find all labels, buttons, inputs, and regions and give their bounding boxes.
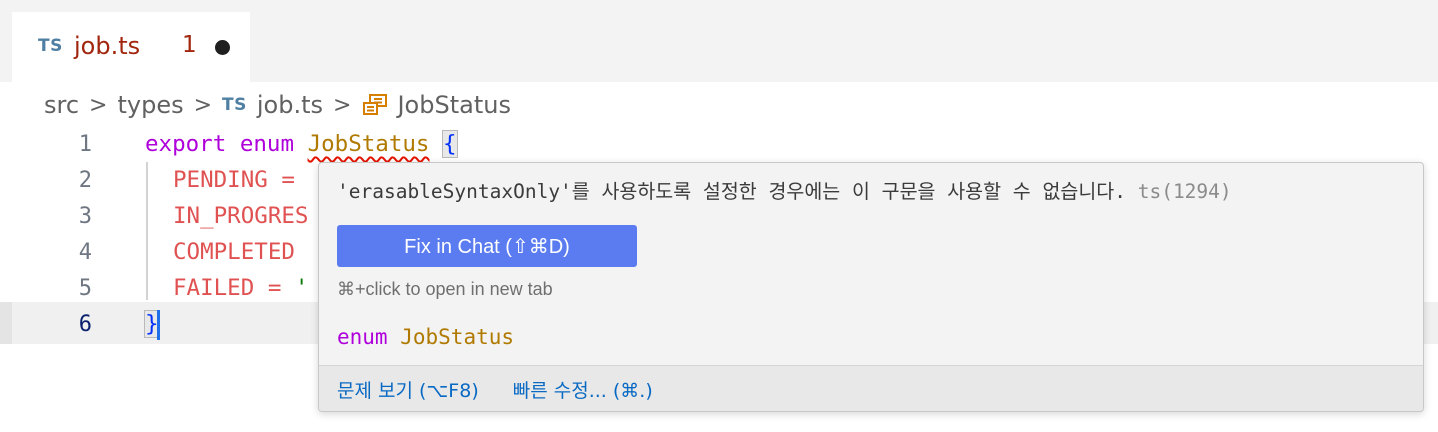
enum-symbol-icon bbox=[363, 94, 388, 115]
line-number: 5 bbox=[78, 276, 92, 301]
signature-name: JobStatus bbox=[400, 325, 515, 349]
typescript-file-icon: TS bbox=[38, 36, 63, 56]
breadcrumb-item-file[interactable]: job.ts bbox=[257, 91, 323, 119]
signature-keyword: enum bbox=[337, 325, 388, 349]
quick-fix-link[interactable]: 빠른 수정... (⌘.) bbox=[513, 376, 653, 403]
enum-member: COMPLETED bbox=[173, 239, 295, 265]
chevron-right-icon: > bbox=[333, 92, 352, 118]
enum-member: PENDING = bbox=[173, 167, 295, 193]
indent-guide bbox=[146, 162, 148, 300]
problem-count-badge: 1 bbox=[182, 32, 197, 58]
typescript-file-icon: TS bbox=[222, 95, 247, 115]
code-line-3: IN_PROGRES bbox=[173, 203, 308, 229]
keyword-enum: enum bbox=[239, 131, 295, 157]
line-number: 2 bbox=[78, 168, 92, 193]
breadcrumb-item-types[interactable]: types bbox=[117, 91, 183, 119]
diagnostic-message: 'erasableSyntaxOnly'를 사용하도록 설정한 경우에는 이 구… bbox=[337, 175, 1232, 204]
breadcrumb-item-src[interactable]: src bbox=[44, 91, 79, 119]
chevron-right-icon: > bbox=[89, 92, 108, 118]
error-code[interactable]: ts(1294) bbox=[1138, 180, 1232, 203]
line-number: 4 bbox=[78, 240, 92, 265]
string-quote: ' bbox=[294, 275, 309, 301]
code-line-2: PENDING = bbox=[173, 167, 295, 193]
open-brace: { bbox=[442, 130, 458, 158]
error-text: 'erasableSyntaxOnly'를 사용하도록 설정한 경우에는 이 구… bbox=[337, 180, 1126, 203]
tab-job-ts[interactable]: TS job.ts 1 bbox=[12, 12, 250, 82]
enum-member: FAILED = bbox=[173, 275, 282, 301]
text-cursor bbox=[157, 310, 160, 340]
code-line-5: FAILED = ' bbox=[173, 275, 308, 301]
breadcrumb-item-symbol[interactable]: JobStatus bbox=[397, 91, 510, 119]
line-number: 3 bbox=[78, 204, 92, 229]
chevron-right-icon: > bbox=[193, 92, 213, 118]
enum-name-error[interactable]: JobStatus bbox=[308, 131, 430, 157]
tab-bar: TS job.ts 1 bbox=[0, 0, 1438, 82]
unsaved-dot-icon[interactable] bbox=[215, 40, 230, 55]
line-number: 1 bbox=[78, 132, 92, 157]
code-line-4: COMPLETED bbox=[173, 239, 295, 265]
tab-filename: job.ts bbox=[74, 32, 141, 60]
fix-in-chat-button[interactable]: Fix in Chat (⇧⌘D) bbox=[337, 225, 637, 267]
breadcrumb: src > types > TS job.ts > JobStatus bbox=[44, 88, 511, 122]
open-hint: ⌘+click to open in new tab bbox=[337, 279, 553, 299]
code-line-1: export enum JobStatus { bbox=[145, 130, 458, 158]
line-number-active: 6 bbox=[78, 312, 92, 337]
view-problem-link[interactable]: 문제 보기 (⌥F8) bbox=[337, 376, 479, 403]
keyword-export: export bbox=[145, 131, 227, 157]
hover-tooltip: 'erasableSyntaxOnly'를 사용하도록 설정한 경우에는 이 구… bbox=[318, 162, 1424, 412]
symbol-signature: enum JobStatus bbox=[337, 325, 514, 349]
hover-status-bar: 문제 보기 (⌥F8) 빠른 수정... (⌘.) bbox=[319, 365, 1423, 411]
enum-member: IN_PROGRES bbox=[173, 203, 309, 229]
